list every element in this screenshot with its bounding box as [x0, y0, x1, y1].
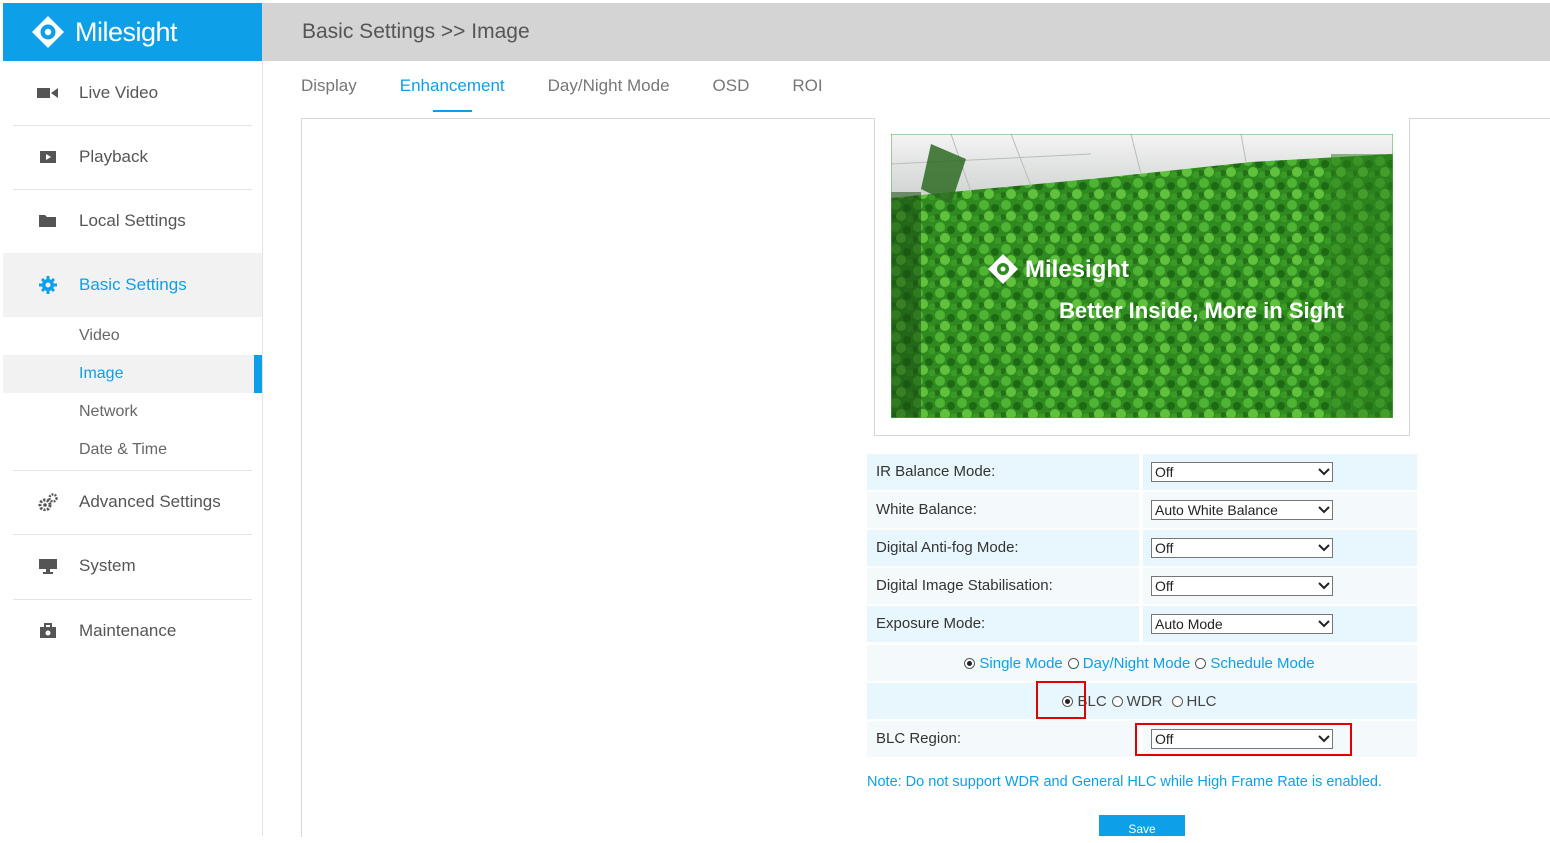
sidebar-subitem-network[interactable]: Network — [3, 393, 262, 431]
chevron-down-icon — [1316, 544, 1332, 552]
blc-region-highlight-box — [1135, 723, 1352, 756]
tab-day-night-mode[interactable]: Day/Night Mode — [548, 74, 670, 106]
day-night-mode-radio[interactable] — [1067, 657, 1079, 669]
ir-balance-row: IR Balance Mode: Off — [867, 454, 1417, 490]
sidebar-item-basic-settings[interactable]: Basic Settings — [3, 253, 262, 317]
sidebar-item-advanced-settings[interactable]: Advanced Settings — [3, 470, 262, 534]
sidebar-item-label: Playback — [79, 147, 148, 166]
preview-logo-text: Milesight — [1025, 256, 1129, 283]
toolbox-icon — [37, 623, 59, 639]
ir-balance-select[interactable]: Off — [1151, 462, 1333, 482]
brand-name: Milesight — [75, 16, 178, 47]
select-value: Auto White Balance — [1155, 502, 1278, 518]
sidebar-item-label: Live Video — [79, 83, 159, 102]
sidebar-subitem-date-time[interactable]: Date & Time — [3, 431, 262, 469]
sidebar-subitem-image[interactable]: Image — [3, 355, 262, 393]
preview-frame: Milesight Better Inside, More in Sight — [874, 118, 1410, 436]
wdr-radio[interactable] — [1111, 695, 1123, 707]
chevron-down-icon — [1316, 620, 1332, 628]
wdr-label[interactable]: WDR — [1127, 693, 1163, 710]
mode-radio-group: Single Mode Day/Night Mode Schedule Mode — [964, 655, 1319, 672]
select-value: Off — [1155, 464, 1174, 480]
sidebar-item-label: Basic Settings — [79, 275, 187, 294]
white-balance-select[interactable]: Auto White Balance — [1151, 500, 1333, 520]
stabilisation-row: Digital Image Stabilisation: Off — [867, 568, 1417, 604]
mode-row: Single Mode Day/Night Mode Schedule Mode — [867, 645, 1417, 681]
tab-osd[interactable]: OSD — [713, 74, 750, 106]
sidebar-item-live-video[interactable]: Live Video — [3, 61, 262, 125]
note-text: Note: Do not support WDR and General HLC… — [867, 774, 1382, 790]
play-icon — [37, 150, 59, 164]
anti-fog-row: Digital Anti-fog Mode: Off — [867, 530, 1417, 566]
breadcrumb: Basic Settings >> Image — [302, 20, 530, 43]
gear-icon — [37, 276, 59, 294]
schedule-mode-label[interactable]: Schedule Mode — [1210, 655, 1314, 672]
sidebar-item-system[interactable]: System — [3, 534, 262, 598]
sidebar-item-label: Advanced Settings — [79, 492, 221, 511]
exposure-select[interactable]: Auto Mode — [1151, 614, 1333, 634]
single-mode-radio[interactable] — [964, 657, 976, 669]
milesight-logo-icon — [32, 16, 64, 48]
stabilisation-label: Digital Image Stabilisation: — [876, 577, 1053, 594]
tab-enhancement[interactable]: Enhancement — [400, 74, 505, 112]
single-mode-label[interactable]: Single Mode — [979, 655, 1062, 672]
chevron-down-icon — [1316, 506, 1332, 514]
save-button[interactable]: Save — [1099, 815, 1185, 836]
preview-slogan: Better Inside, More in Sight — [1059, 298, 1344, 323]
sidebar-item-label: System — [79, 556, 136, 575]
video-camera-icon — [37, 86, 59, 100]
schedule-mode-radio[interactable] — [1195, 657, 1207, 669]
sidebar-item-maintenance[interactable]: Maintenance — [3, 599, 262, 663]
sidebar-item-playback[interactable]: Playback — [3, 125, 262, 189]
sidebar: Live Video Playback Local Settings Basic… — [3, 61, 263, 836]
exposure-label: Exposure Mode: — [876, 615, 986, 632]
select-value: Off — [1155, 578, 1174, 594]
sidebar-subitem-video[interactable]: Video — [3, 317, 262, 355]
blc-region-label: BLC Region: — [876, 730, 962, 747]
sidebar-item-label: Local Settings — [79, 211, 186, 230]
page-header: Basic Settings >> Image — [262, 3, 1550, 61]
gears-icon — [37, 493, 59, 511]
tab-bar: Display Enhancement Day/Night Mode OSD R… — [301, 74, 866, 112]
compensation-radio-group: BLC WDR HLC — [1062, 693, 1221, 710]
anti-fog-label: Digital Anti-fog Mode: — [876, 539, 1019, 556]
exposure-row: Exposure Mode: Auto Mode — [867, 606, 1417, 642]
select-value: Off — [1155, 540, 1174, 556]
compensation-row: BLC WDR HLC — [867, 683, 1417, 719]
chevron-down-icon — [1316, 468, 1332, 476]
anti-fog-select[interactable]: Off — [1151, 538, 1333, 558]
day-night-mode-label[interactable]: Day/Night Mode — [1083, 655, 1191, 672]
logo-bar: Milesight — [3, 3, 262, 61]
monitor-icon — [37, 558, 59, 574]
sidebar-item-local-settings[interactable]: Local Settings — [3, 189, 262, 253]
white-balance-row: White Balance: Auto White Balance — [867, 492, 1417, 528]
sidebar-item-label: Maintenance — [79, 621, 177, 640]
stabilisation-select[interactable]: Off — [1151, 576, 1333, 596]
tab-display[interactable]: Display — [301, 74, 357, 106]
folder-icon — [37, 214, 59, 228]
live-preview-image[interactable]: Milesight Better Inside, More in Sight — [891, 134, 1393, 418]
chevron-down-icon — [1316, 582, 1332, 590]
hlc-radio[interactable] — [1171, 695, 1183, 707]
ir-balance-label: IR Balance Mode: — [876, 463, 996, 480]
white-balance-label: White Balance: — [876, 501, 977, 518]
tab-roi[interactable]: ROI — [792, 74, 822, 106]
blc-highlight-box — [1036, 681, 1086, 719]
hlc-label[interactable]: HLC — [1187, 693, 1217, 710]
select-value: Auto Mode — [1155, 616, 1223, 632]
